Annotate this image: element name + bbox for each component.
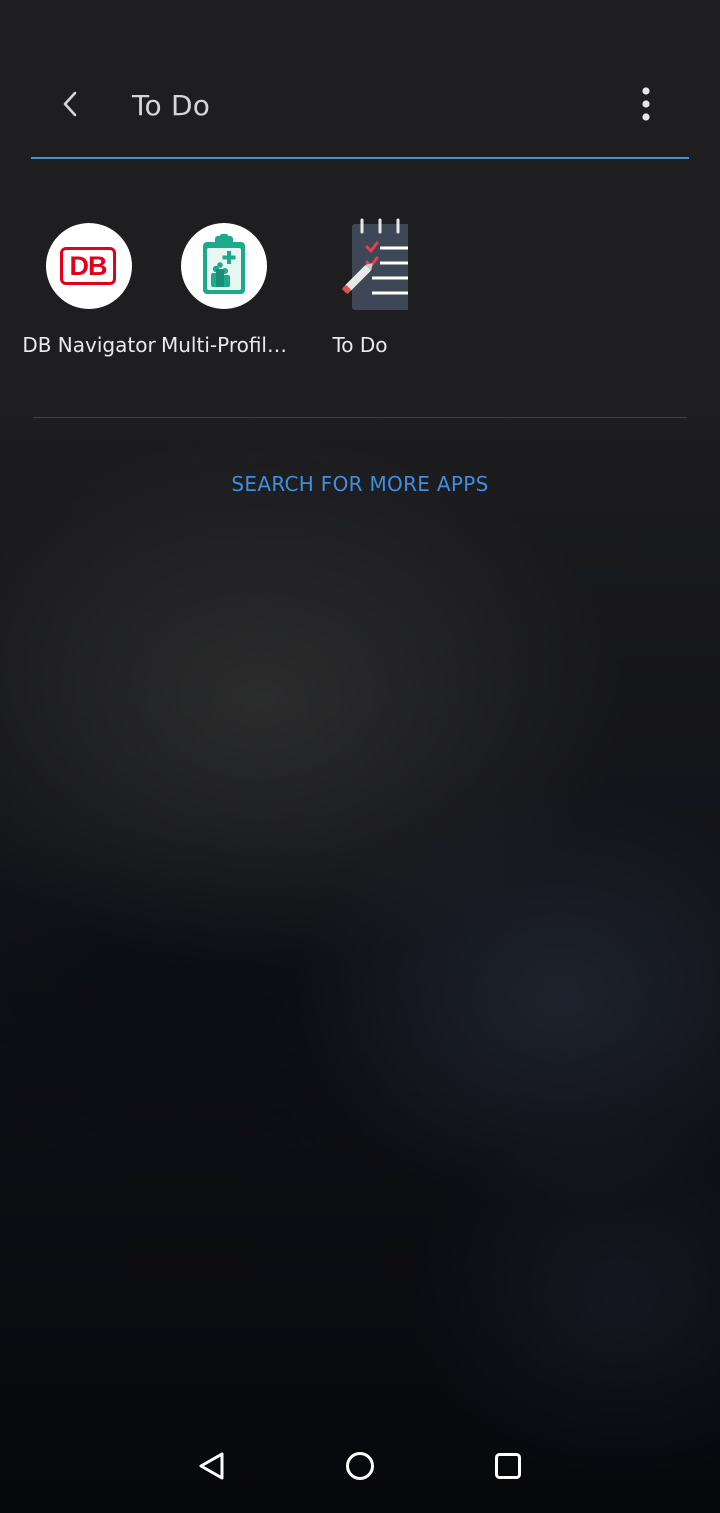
nav-recents-button[interactable] (480, 1440, 536, 1496)
clipboard-medical-icon (180, 222, 268, 310)
nav-back-button[interactable] (184, 1440, 240, 1496)
app-label: DB Navigator (22, 333, 156, 357)
notepad-checklist-icon (316, 218, 408, 310)
search-more-apps-button[interactable]: SEARCH FOR MORE APPS (0, 470, 720, 498)
app-folder: To Do DB DB Navigator Multi-Profil… To D… (0, 0, 720, 540)
square-recents-icon (493, 1451, 523, 1485)
more-options-button[interactable] (622, 82, 670, 130)
circle-home-icon (344, 1450, 376, 1486)
folder-title[interactable]: To Do (132, 88, 210, 124)
nav-home-button[interactable] (332, 1440, 388, 1496)
app-multi-profil[interactable]: Multi-Profil… (154, 222, 294, 358)
navigation-bar (0, 1418, 720, 1513)
db-navigator-icon: DB (45, 222, 133, 310)
more-vertical-icon (641, 87, 651, 125)
title-underline (31, 157, 689, 159)
chevron-left-icon (60, 89, 80, 123)
triangle-back-icon (197, 1451, 227, 1485)
app-db-navigator[interactable]: DB DB Navigator (19, 222, 159, 358)
app-to-do[interactable]: To Do (290, 218, 430, 358)
app-label: To Do (332, 333, 388, 357)
app-label: Multi-Profil… (161, 333, 287, 357)
db-logo: DB (60, 247, 116, 285)
divider (33, 417, 687, 418)
back-button[interactable] (46, 82, 94, 130)
